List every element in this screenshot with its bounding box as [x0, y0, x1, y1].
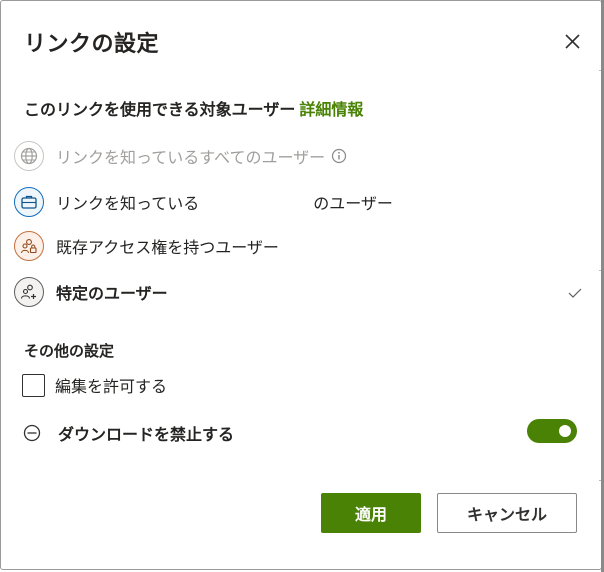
allow-edit-label: 編集を許可する	[55, 377, 168, 396]
block-icon	[23, 424, 41, 442]
close-icon[interactable]	[560, 30, 584, 54]
edge-notch	[599, 270, 601, 271]
more-info-link[interactable]: 詳細情報	[299, 100, 363, 119]
allow-edit-checkbox[interactable]	[22, 373, 45, 397]
people-lock-icon	[14, 231, 44, 261]
toggle-knob	[559, 425, 571, 437]
people-add-icon	[14, 277, 44, 307]
dialog-title: リンクの設定	[24, 32, 160, 57]
edge-notch	[599, 70, 601, 71]
option-specific-people-label: 特定のユーザー	[56, 284, 168, 303]
other-settings-heading: その他の設定	[24, 342, 115, 360]
option-existing-access-label: 既存アクセス権を持つユーザー	[56, 238, 279, 257]
block-download-toggle[interactable]	[527, 419, 577, 443]
briefcase-icon	[14, 187, 44, 217]
audience-heading: このリンクを使用できる対象ユーザー 詳細情報	[24, 96, 363, 120]
option-organization-label-prefix: リンクを知っている	[56, 194, 200, 213]
option-specific-people[interactable]: 特定のユーザー	[14, 276, 168, 308]
edge-notch	[599, 480, 601, 481]
cancel-button[interactable]: キャンセル	[437, 493, 577, 533]
option-organization-label-suffix: のユーザー	[313, 194, 393, 213]
close-button[interactable]	[560, 30, 584, 54]
block-download-row: ダウンロードを禁止する	[22, 420, 234, 446]
option-anyone[interactable]: リンクを知っているすべてのユーザー	[14, 140, 347, 172]
checkmark-icon	[568, 288, 582, 298]
option-anyone-label: リンクを知っているすべてのユーザー	[56, 148, 326, 167]
info-icon[interactable]	[331, 148, 347, 164]
apply-button[interactable]: 適用	[321, 493, 421, 533]
option-existing-access[interactable]: 既存アクセス権を持つユーザー	[14, 230, 279, 262]
block-download-label: ダウンロードを禁止する	[58, 425, 235, 444]
audience-heading-text: このリンクを使用できる対象ユーザー	[24, 100, 296, 119]
globe-icon	[14, 141, 44, 171]
allow-edit-row[interactable]: 編集を許可する	[22, 372, 167, 398]
option-organization[interactable]: リンクを知っている のユーザー	[14, 186, 393, 218]
